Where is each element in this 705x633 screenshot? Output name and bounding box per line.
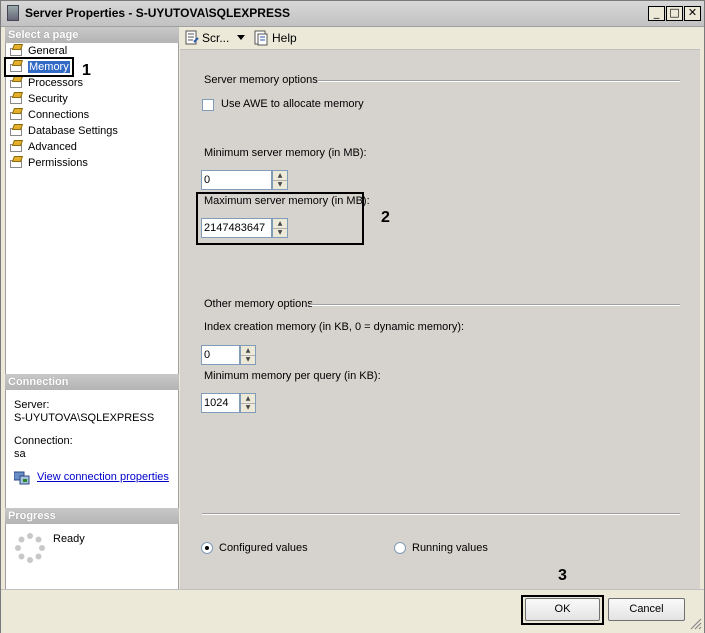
connection-label: Connection: — [14, 435, 73, 447]
ok-button[interactable]: OK — [525, 598, 600, 621]
callout-box-max-memory — [196, 192, 364, 245]
server-icon — [7, 5, 19, 21]
min-server-memory-spinner[interactable]: ▲ ▼ — [272, 170, 288, 190]
min-memory-per-query-label: Minimum memory per query (in KB): — [204, 370, 381, 382]
nav-item-advanced[interactable]: Advanced — [10, 139, 77, 155]
minimize-button[interactable]: _ — [648, 6, 665, 21]
progress-status: Ready — [53, 533, 85, 545]
window-title: Server Properties - S-UYUTOVA\SQLEXPRESS — [25, 6, 290, 20]
min-server-memory-input[interactable]: 0 — [201, 170, 272, 190]
view-connection-properties-link[interactable]: View connection properties — [37, 471, 169, 483]
help-button[interactable]: Help — [272, 31, 297, 45]
divider — [310, 304, 680, 306]
progress-spinner-icon — [14, 532, 46, 564]
server-memory-options-title: Server memory options — [204, 74, 318, 86]
nav-item-connections[interactable]: Connections — [10, 107, 89, 123]
min-server-memory-label: Minimum server memory (in MB): — [204, 147, 367, 159]
callout-box-memory — [4, 57, 74, 77]
select-page-header: Select a page — [5, 27, 179, 43]
page-icon — [10, 124, 24, 136]
nav-item-security[interactable]: Security — [10, 91, 68, 107]
cancel-button[interactable]: Cancel — [608, 598, 685, 621]
divider — [202, 513, 680, 515]
other-memory-options-title: Other memory options — [204, 298, 313, 310]
callout-number-1: 1 — [82, 62, 91, 79]
connection-value: sa — [14, 448, 26, 460]
nav-item-label: Database Settings — [28, 125, 118, 137]
resize-grip-icon[interactable] — [688, 616, 702, 630]
nav-item-label: Security — [28, 93, 68, 105]
nav-item-label: Processors — [28, 77, 84, 89]
index-creation-memory-label: Index creation memory (in KB, 0 = dynami… — [204, 321, 465, 333]
title-bar[interactable]: Server Properties - S-UYUTOVA\SQLEXPRESS… — [1, 1, 704, 27]
memory-page-content — [180, 50, 700, 589]
script-dropdown-arrow-icon[interactable] — [237, 35, 245, 40]
nav-item-database-settings[interactable]: Database Settings — [10, 123, 118, 139]
configured-values-label: Configured values — [219, 542, 308, 554]
index-creation-memory-spinner[interactable]: ▲ ▼ — [240, 345, 256, 365]
server-label: Server: — [14, 399, 50, 411]
nav-item-label: Permissions — [28, 157, 88, 169]
script-button[interactable]: Scr... — [202, 31, 229, 45]
connection-header: Connection — [5, 374, 179, 390]
nav-item-label: Connections — [28, 109, 90, 121]
running-values-radio[interactable] — [394, 542, 406, 554]
connection-properties-icon — [13, 471, 30, 485]
server-value: S-UYUTOVA\SQLEXPRESS — [14, 412, 155, 424]
help-icon[interactable] — [253, 30, 269, 46]
script-icon[interactable] — [184, 30, 200, 46]
use-awe-label: Use AWE to allocate memory — [221, 98, 364, 110]
spin-down-icon[interactable]: ▼ — [273, 180, 287, 189]
callout-number-2: 2 — [381, 209, 390, 226]
page-icon — [10, 76, 24, 88]
callout-number-3: 3 — [558, 567, 567, 584]
running-values-label: Running values — [412, 542, 488, 554]
page-icon — [10, 108, 24, 120]
nav-item-processors[interactable]: Processors — [10, 75, 83, 91]
spin-down-icon[interactable]: ▼ — [241, 403, 255, 412]
configured-values-radio[interactable] — [201, 542, 213, 554]
nav-item-label: General — [28, 45, 68, 57]
maximize-button[interactable]: □ — [666, 6, 683, 21]
page-icon — [10, 92, 24, 104]
close-button[interactable]: ✕ — [684, 6, 701, 21]
index-creation-memory-input[interactable]: 0 — [201, 345, 240, 365]
min-memory-per-query-spinner[interactable]: ▲ ▼ — [240, 393, 256, 413]
nav-item-label: Advanced — [28, 141, 77, 153]
min-memory-per-query-input[interactable]: 1024 — [201, 393, 240, 413]
page-icon — [10, 140, 24, 152]
page-icon — [10, 156, 24, 168]
use-awe-checkbox[interactable] — [202, 99, 214, 111]
nav-item-permissions[interactable]: Permissions — [10, 155, 88, 171]
spin-down-icon[interactable]: ▼ — [241, 355, 255, 364]
page-icon — [10, 44, 24, 56]
divider — [318, 80, 680, 82]
progress-header: Progress — [5, 508, 179, 524]
